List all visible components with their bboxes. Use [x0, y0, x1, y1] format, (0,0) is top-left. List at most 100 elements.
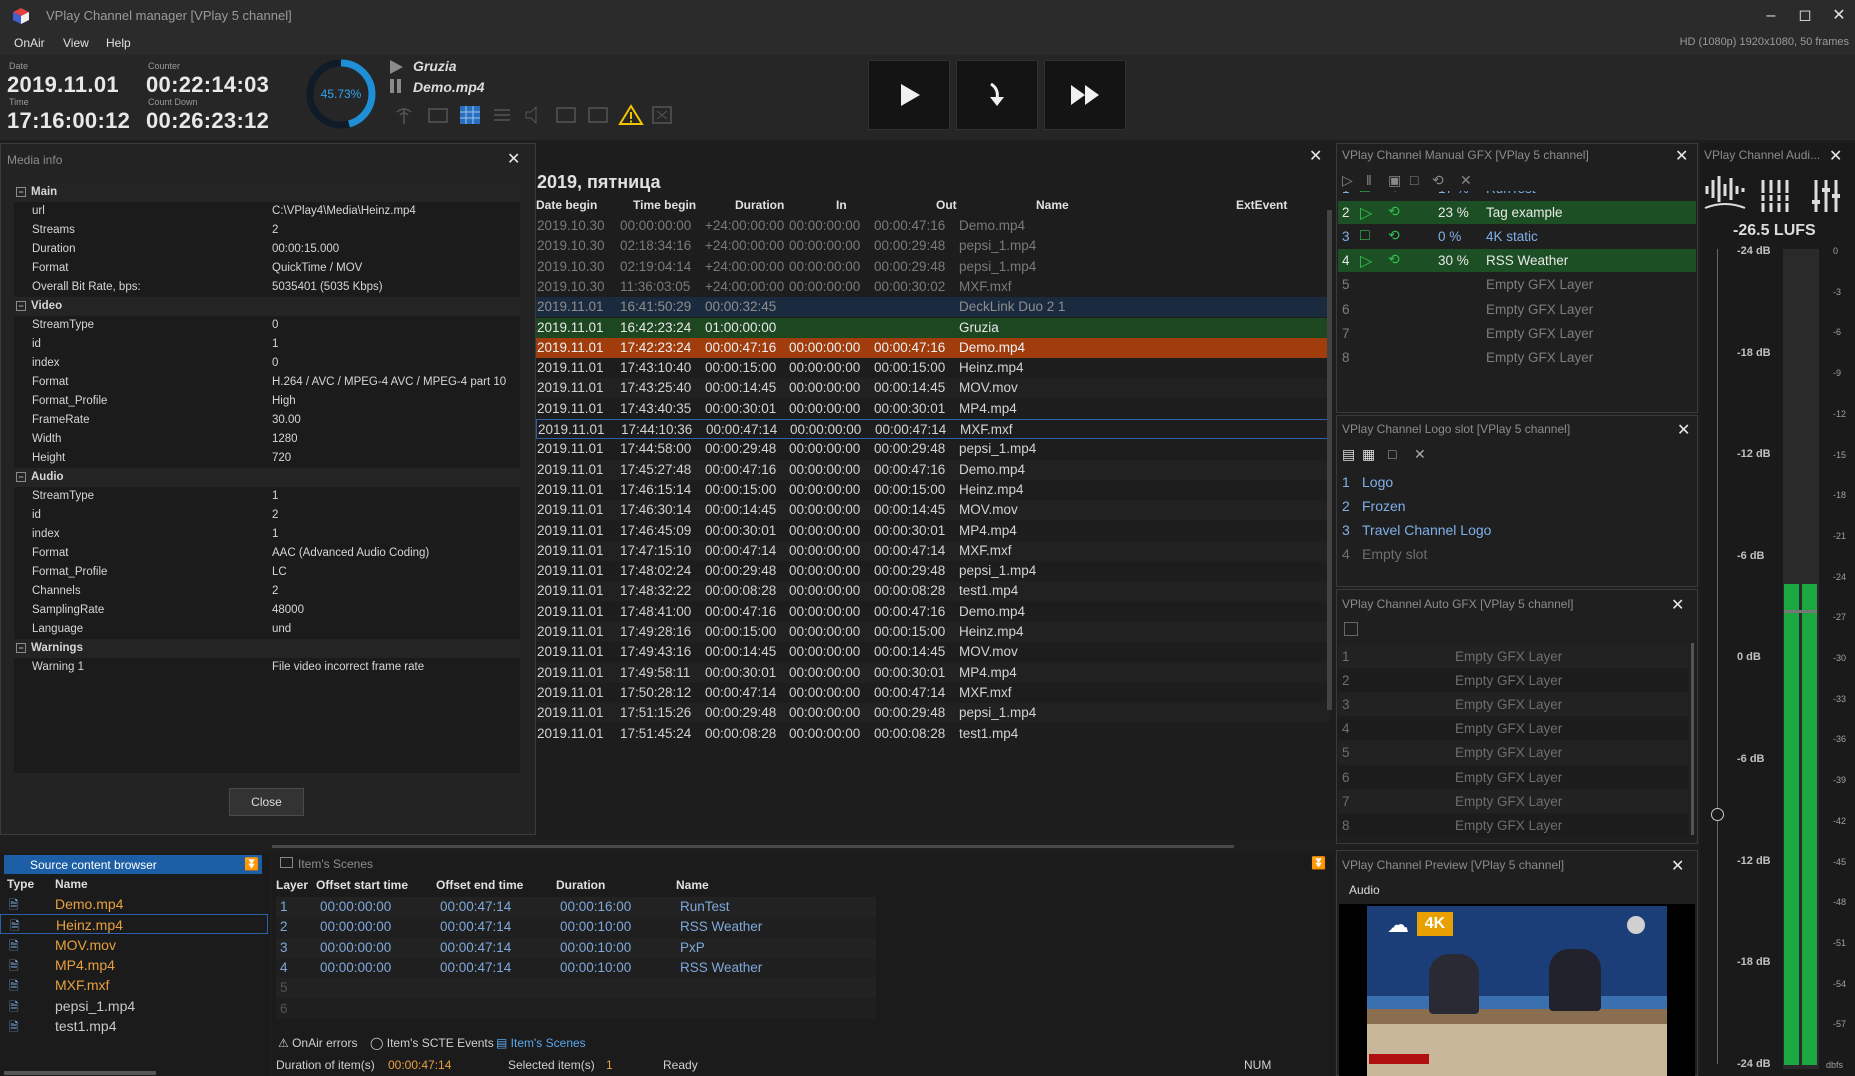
gfx-layer-row[interactable]: 4 ▷ ⟲ 30 % RSS Weather: [1338, 249, 1696, 273]
col-date-begin[interactable]: Date begin: [536, 198, 597, 212]
tab-scte-events[interactable]: ◯ Item's SCTE Events: [370, 1036, 494, 1050]
playlist-row[interactable]: 2019.11.01 17:49:43:16 00:00:14:45 00:00:00…: [536, 642, 1330, 662]
gfx-play-state-icon[interactable]: □: [1360, 191, 1370, 197]
gfx-layer-row[interactable]: 2 ▷ ⟲ 23 % Tag example: [1338, 201, 1696, 225]
gfx-layer-row[interactable]: 6 Empty GFX Layer: [1338, 298, 1696, 321]
gfx-loop-icon[interactable]: ⟲: [1388, 251, 1400, 268]
playlist-row[interactable]: 2019.11.01 17:48:32:22 00:00:08:28 00:00:00…: [536, 581, 1330, 602]
auto-gfx-row[interactable]: 2 Empty GFX Layer: [1338, 669, 1688, 693]
gfx-layer-row[interactable]: 8 Empty GFX Layer: [1338, 346, 1696, 369]
gfx-clear-icon[interactable]: ✕: [1460, 172, 1472, 189]
preview-close-icon[interactable]: ✕: [1671, 856, 1684, 876]
scene-row[interactable]: 1 00:00:00:00 00:00:47:14 00:00:16:00 RunTes…: [276, 897, 876, 917]
logo-slot-row[interactable]: 1 Logo: [1338, 470, 1696, 493]
manual-gfx-close-icon[interactable]: ✕: [1675, 146, 1688, 166]
source-item[interactable]: 🗎 pepsi_1.mp4: [0, 996, 268, 1016]
sc-col-name[interactable]: Name: [676, 878, 709, 892]
scene-row[interactable]: 5: [276, 978, 876, 999]
play-button[interactable]: [868, 60, 950, 130]
logo-grid-icon[interactable]: ▦: [1362, 446, 1375, 463]
scene-row[interactable]: 6: [276, 998, 876, 1019]
waveform-icon[interactable]: [1703, 172, 1747, 216]
playlist-row[interactable]: 2019.11.01 16:42:23:24 01:00:00:00 Gruzia: [536, 317, 1330, 338]
gfx-layer-row[interactable]: 1 □ ⟲ 17 % RunTest: [1338, 191, 1696, 200]
playlist-row[interactable]: 2019.10.30 11:36:03:05 +24:00:00:00 00:00:0…: [536, 277, 1330, 297]
col-in[interactable]: In: [836, 198, 847, 212]
playlist-row[interactable]: 2019.11.01 17:47:15:10 00:00:47:14 00:00:00…: [536, 540, 1330, 561]
playlist-row[interactable]: 2019.11.01 17:49:28:16 00:00:15:00 00:00:00…: [536, 622, 1330, 642]
logo-hide-icon[interactable]: □: [1388, 446, 1396, 462]
auto-gfx-row[interactable]: 7 Empty GFX Layer: [1338, 789, 1688, 813]
playlist-row[interactable]: 2019.11.01 17:44:58:00 00:00:29:48 00:00:00…: [536, 439, 1330, 459]
sc-col-duration[interactable]: Duration: [556, 878, 605, 892]
bars-icon[interactable]: [1757, 178, 1793, 214]
gfx-stop-icon[interactable]: □: [1410, 172, 1418, 188]
playlist-row[interactable]: 2019.11.01 17:43:25:40 00:00:14:45 00:00:00…: [536, 378, 1330, 399]
auto-gfx-close-icon[interactable]: ✕: [1671, 595, 1684, 615]
playlist-scrollbar[interactable]: [1327, 210, 1332, 710]
gfx-stop-all-icon[interactable]: ▣: [1388, 172, 1401, 189]
playlist-row[interactable]: 2019.11.01 17:51:15:26 00:00:29:48 00:00:00…: [536, 703, 1330, 724]
playlist-row[interactable]: 2019.11.01 16:41:50:29 00:00:32:45 DeckLink…: [536, 297, 1330, 318]
tab-item-scenes[interactable]: ▤ Item's Scenes: [496, 1036, 586, 1050]
playlist-row[interactable]: 2019.10.30 02:19:04:14 +24:00:00:00 00:00:0…: [536, 257, 1330, 277]
playlist-row[interactable]: 2019.11.01 17:43:10:40 00:00:15:00 00:00:00…: [536, 358, 1330, 378]
close-button[interactable]: Close: [229, 788, 304, 816]
auto-gfx-row[interactable]: 1 Empty GFX Layer: [1338, 645, 1688, 668]
auto-gfx-row[interactable]: 8 Empty GFX Layer: [1338, 813, 1688, 837]
playlist-row[interactable]: 2019.11.01 17:50:28:12 00:00:47:14 00:00:00…: [536, 683, 1330, 703]
playlist-row[interactable]: 2019.10.30 02:18:34:16 +24:00:00:00 00:00:0…: [536, 236, 1330, 256]
playlist-row[interactable]: 2019.11.01 17:49:58:11 00:00:30:01 00:00:00…: [536, 662, 1330, 683]
playlist-row[interactable]: 2019.11.01 17:46:15:14 00:00:15:00 00:00:00…: [536, 480, 1330, 500]
warning-icon[interactable]: [618, 104, 644, 126]
gfx-play-state-icon[interactable]: ▷: [1360, 203, 1372, 223]
gfx-play-state-icon[interactable]: ▷: [1360, 251, 1372, 271]
scene-row[interactable]: 2 00:00:00:00 00:00:47:14 00:00:10:00 RSS We…: [276, 917, 876, 938]
gfx-layer-row[interactable]: 3 □ ⟲ 0 % 4K static: [1338, 225, 1696, 248]
mi-section[interactable]: − Main: [14, 183, 520, 202]
playlist-row[interactable]: 2019.11.01 17:44:10:36 00:00:47:14 00:00:00…: [536, 419, 1330, 439]
gfx-play-state-icon[interactable]: □: [1360, 227, 1370, 245]
source-item[interactable]: 🗎 Demo.mp4: [0, 894, 268, 914]
playlist-row[interactable]: 2019.11.01 17:45:27:48 00:00:47:16 00:00:00…: [536, 459, 1330, 480]
auto-gfx-row[interactable]: 5 Empty GFX Layer: [1338, 741, 1688, 765]
gfx-loop-icon[interactable]: ⟲: [1388, 191, 1400, 196]
next-button[interactable]: [956, 60, 1038, 130]
tab-onair-errors[interactable]: ⚠ OnAir errors: [278, 1036, 357, 1050]
sb-col-name[interactable]: Name: [55, 877, 88, 891]
minimize-button[interactable]: –: [1756, 4, 1786, 28]
playlist-row[interactable]: 2019.11.01 17:48:02:24 00:00:29:48 00:00:00…: [536, 561, 1330, 581]
mi-section[interactable]: − Video: [14, 297, 520, 316]
grid-icon[interactable]: [458, 104, 482, 126]
scenes-pin-icon[interactable]: ⏬: [1311, 856, 1326, 870]
gfx-loop-icon[interactable]: ⟲: [1432, 172, 1444, 189]
auto-gfx-row[interactable]: 3 Empty GFX Layer: [1338, 693, 1688, 717]
gfx-layer-row[interactable]: 5 Empty GFX Layer: [1338, 273, 1696, 296]
auto-gfx-scrollbar[interactable]: [1691, 643, 1694, 835]
collapse-icon[interactable]: −: [16, 187, 26, 197]
skip-button[interactable]: [1044, 60, 1126, 130]
collapse-icon[interactable]: −: [16, 472, 26, 482]
sb-hscroll[interactable]: [4, 1071, 156, 1075]
close-window-button[interactable]: ✕: [1824, 4, 1854, 28]
auto-gfx-row[interactable]: 4 Empty GFX Layer: [1338, 717, 1688, 741]
playlist-row[interactable]: 2019.10.30 00:00:00:00 +24:00:00:00 00:00:0…: [536, 216, 1330, 236]
menu-onair[interactable]: OnAir: [14, 36, 45, 50]
maximize-button[interactable]: ◻: [1790, 4, 1820, 28]
source-item[interactable]: 🗎 MXF.mxf: [0, 975, 268, 995]
logo-slot-row[interactable]: 4 Empty slot: [1338, 542, 1696, 565]
gfx-layer-row[interactable]: 7 Empty GFX Layer: [1338, 322, 1696, 345]
sc-col-offset-start[interactable]: Offset start time: [316, 878, 408, 892]
sc-col-offset-end[interactable]: Offset end time: [436, 878, 523, 892]
playlist-hscroll[interactable]: [272, 845, 1234, 848]
gfx-pause-icon[interactable]: ‖: [1366, 172, 1372, 188]
col-extevent[interactable]: ExtEvent: [1236, 198, 1287, 212]
logo-show-icon[interactable]: ▤: [1342, 446, 1355, 463]
col-name[interactable]: Name: [1036, 198, 1069, 212]
scene-row[interactable]: 4 00:00:00:00 00:00:47:14 00:00:10:00 RSS We…: [276, 957, 876, 978]
menu-help[interactable]: Help: [106, 36, 131, 50]
gfx-play-icon[interactable]: ▷: [1342, 172, 1353, 189]
playlist-row[interactable]: 2019.11.01 17:51:45:24 00:00:08:28 00:00:00…: [536, 724, 1330, 744]
mi-section[interactable]: − Audio: [14, 468, 520, 487]
source-item[interactable]: 🗎 MOV.mov: [0, 935, 268, 955]
